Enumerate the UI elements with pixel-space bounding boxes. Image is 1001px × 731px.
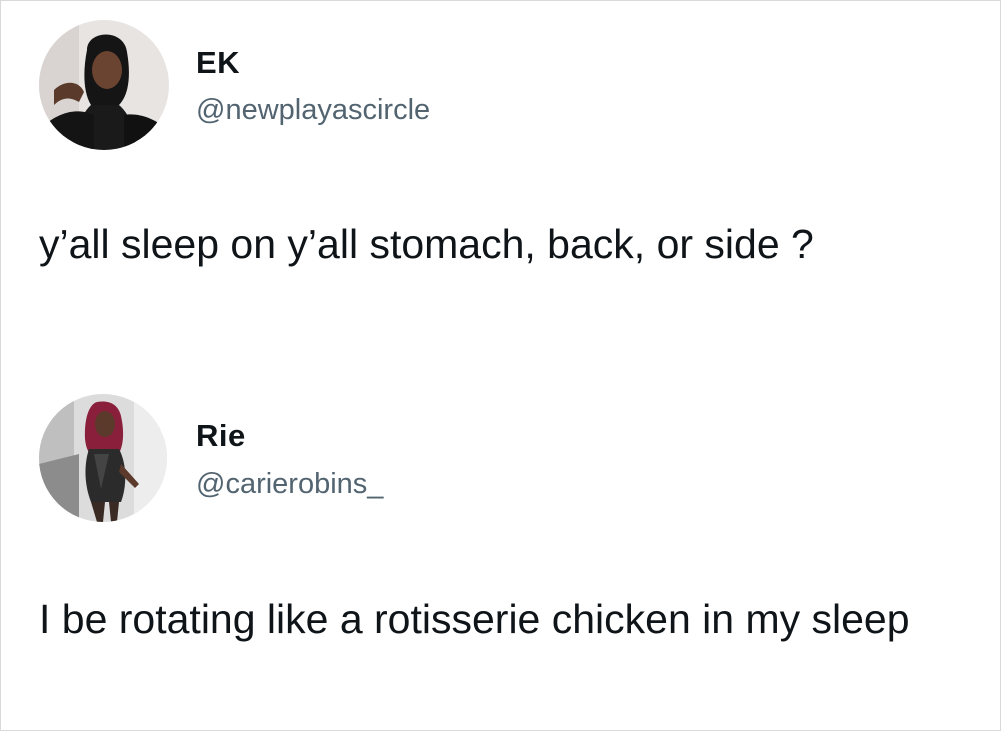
- author-name[interactable]: EK: [196, 45, 240, 81]
- author-handle[interactable]: @newplayascircle: [196, 94, 430, 127]
- avatar[interactable]: [39, 20, 169, 150]
- author-handle[interactable]: @carierobins_: [196, 468, 383, 501]
- screenshot-frame: EK @newplayascircle y’all sleep on y’all…: [0, 0, 1001, 731]
- user-avatar-icon: [39, 394, 167, 522]
- avatar[interactable]: [39, 394, 167, 522]
- author-name[interactable]: Rie: [196, 418, 246, 454]
- tweet-text: I be rotating like a rotisserie chicken …: [39, 596, 910, 642]
- tweet-text: y’all sleep on y’all stomach, back, or s…: [39, 221, 814, 267]
- user-avatar-icon: [39, 20, 169, 150]
